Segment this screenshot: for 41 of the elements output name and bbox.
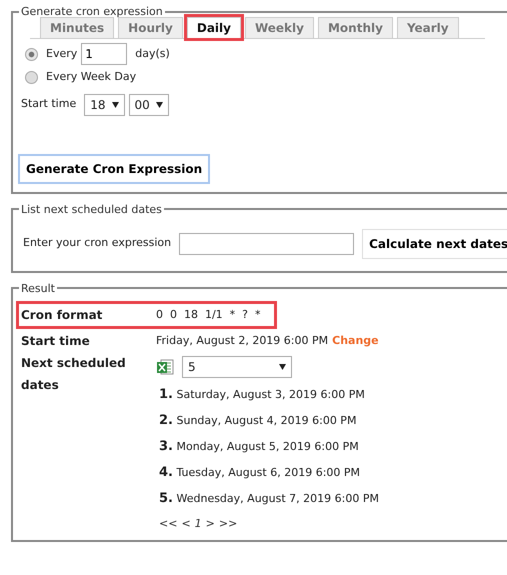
pager-link[interactable]: <<	[159, 516, 178, 532]
unit-label: day(s)	[135, 46, 170, 62]
interval-field[interactable]: 1	[81, 43, 128, 65]
caret-icon	[156, 102, 163, 108]
pager-link[interactable]: <	[181, 516, 191, 532]
start-time-label: Start time	[21, 96, 76, 112]
pager-link[interactable]: 1	[194, 516, 202, 532]
hour-select[interactable]: 18	[84, 94, 125, 116]
minute-select[interactable]: 00	[128, 94, 169, 116]
section-legend: Generate cron expression	[19, 6, 165, 17]
tab[interactable]: Hourly	[118, 17, 183, 38]
spreadsheet-icon[interactable]	[156, 358, 174, 376]
section-legend: Result	[19, 282, 57, 294]
tab[interactable]: Yearly	[396, 17, 459, 38]
scheduled-date: 4. Tuesday, August 6, 2019 6:00 PM	[159, 466, 360, 478]
option-label: Every	[46, 46, 78, 62]
cron-value: 0 0 18 1/1 * ? *	[156, 306, 260, 322]
pager-link[interactable]: >>	[218, 516, 238, 532]
cron-format-label: Cron format	[21, 306, 104, 324]
cron-expression-label: Enter your cron expression	[23, 235, 172, 252]
radio-button[interactable]	[25, 48, 38, 60]
pager-link[interactable]: >	[206, 516, 215, 532]
option-label: Every Week Day	[46, 69, 136, 85]
tab[interactable]: Weekly	[244, 17, 314, 38]
next-dates-label: Next scheduled dates	[21, 354, 127, 394]
cron-expression-field[interactable]	[179, 232, 354, 254]
tab[interactable]: Minutes	[40, 17, 114, 38]
scheduled-date: 1. Saturday, August 3, 2019 6:00 PM	[159, 388, 365, 400]
radio-button[interactable]	[25, 70, 38, 84]
section-legend: List next scheduled dates	[19, 204, 164, 214]
count-select[interactable]: 5	[182, 356, 292, 378]
caret-icon	[112, 102, 119, 108]
tab[interactable]: Monthly	[318, 17, 393, 38]
start-time-value: Friday, August 2, 2019 6:00 PM	[156, 332, 328, 348]
tab[interactable]: Daily	[186, 17, 241, 38]
scheduled-date: 2. Sunday, August 4, 2019 6:00 PM	[159, 414, 356, 426]
caret-icon	[279, 364, 286, 370]
scheduled-date: 5. Wednesday, August 7, 2019 6:00 PM	[159, 492, 379, 504]
scheduled-date: 3. Monday, August 5, 2019 6:00 PM	[159, 440, 359, 452]
start-time-label: Start time	[21, 332, 91, 350]
generate-button[interactable]: Generate Cron Expression	[18, 154, 210, 184]
